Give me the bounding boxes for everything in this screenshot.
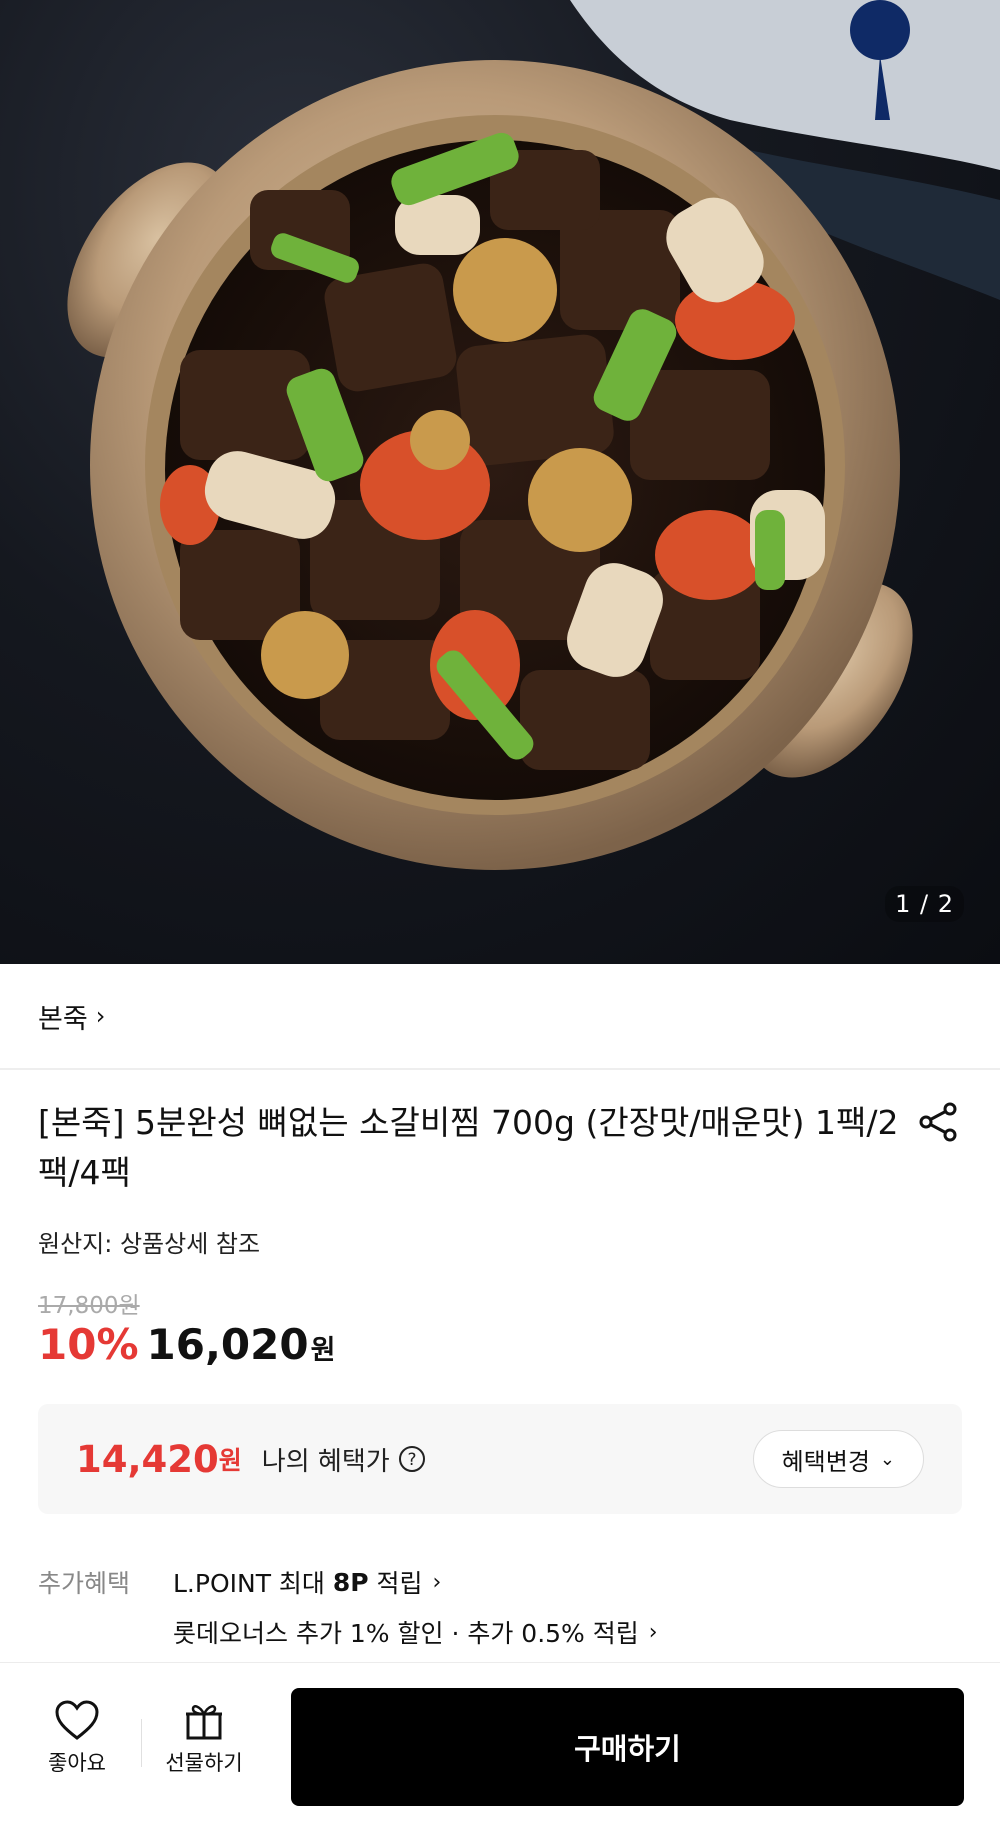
chevron-right-icon: › <box>432 1569 442 1595</box>
chevron-down-icon: ⌄ <box>879 1448 895 1470</box>
lpoint-points: 8P <box>332 1567 369 1597</box>
chevron-right-icon: › <box>648 1619 658 1645</box>
like-button[interactable]: 좋아요 <box>27 1699 127 1777</box>
bottom-action-bar: 좋아요 선물하기 구매하기 <box>0 1662 1000 1827</box>
gift-label: 선물하기 <box>165 1751 243 1775</box>
question-circle-icon[interactable]: ? <box>398 1445 426 1473</box>
benefit-price: 14,420 <box>76 1437 219 1481</box>
sale-price-currency: 원 <box>310 1335 336 1366</box>
lotte-card-benefit-link[interactable]: 롯데오너스 추가 1% 할인 · 추가 0.5% 적립 › <box>173 1614 658 1650</box>
benefit-label: 나의 혜택가 <box>261 1446 390 1477</box>
gift-button[interactable]: 선물하기 <box>154 1699 254 1777</box>
brand-link[interactable]: 본죽 › <box>38 997 105 1036</box>
image-counter: 1 / 2 <box>885 886 964 922</box>
product-image[interactable]: 1 / 2 <box>0 0 1000 964</box>
product-title: [본죽] 5분완성 뼈없는 소갈비찜 700g (간장맛/매운맛) 1팩/2팩/… <box>38 1103 899 1192</box>
gift-icon <box>186 1705 222 1740</box>
chevron-right-icon: › <box>95 1002 106 1030</box>
share-icon[interactable] <box>916 1100 960 1144</box>
galbi-jjim-illustration <box>67 0 1000 870</box>
brand-label: 본죽 <box>38 1003 88 1035</box>
benefit-currency: 원 <box>218 1446 242 1475</box>
benefit-price-box: 14,420 원 나의 혜택가 ? 혜택변경 ⌄ <box>38 1404 962 1514</box>
brand-row: 본죽 › <box>0 964 1000 1070</box>
buy-button[interactable]: 구매하기 <box>291 1688 964 1806</box>
lpoint-prefix: L.POINT 최대 <box>173 1569 333 1598</box>
lpoint-suffix: 적립 <box>368 1569 423 1598</box>
svg-text:?: ? <box>407 1450 416 1470</box>
extra-benefit-label: 추가혜택 <box>38 1569 131 1598</box>
sale-price: 16,020 <box>146 1320 309 1369</box>
heart-icon <box>55 1700 99 1740</box>
lpoint-benefit-link[interactable]: L.POINT 최대 8P 적립 › <box>173 1564 441 1600</box>
change-benefit-label: 혜택변경 <box>781 1447 870 1476</box>
original-price: 17,800원 <box>38 1293 140 1319</box>
divider <box>141 1719 142 1767</box>
lotte-card-benefit: 롯데오너스 추가 1% 할인 · 추가 0.5% 적립 <box>173 1619 639 1648</box>
change-benefit-button[interactable]: 혜택변경 ⌄ <box>752 1430 924 1488</box>
like-label: 좋아요 <box>48 1751 106 1775</box>
price-row: 10% 16,020 원 <box>38 1320 335 1369</box>
origin-info: 원산지: 상품상세 참조 <box>38 1230 261 1258</box>
discount-rate: 10% <box>38 1320 139 1369</box>
